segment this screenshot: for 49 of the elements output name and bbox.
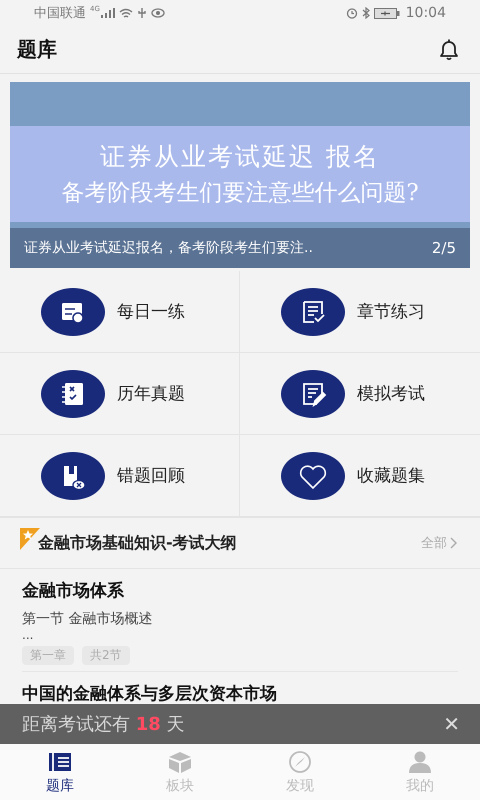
clock-time: 10:04: [406, 5, 446, 21]
edit-icon: [281, 370, 345, 418]
chapter-title: 中国的金融体系与多层次资本市场: [22, 683, 277, 705]
bluetooth-icon: [362, 7, 370, 19]
menu-tile[interactable]: 模拟考试: [240, 353, 480, 435]
signal-icon: [100, 8, 115, 18]
chapter-title: 金融市场体系: [22, 580, 124, 602]
tab-label: 我的: [406, 776, 434, 794]
menu-label: 章节练习: [357, 301, 425, 323]
section-name: 第一节 金融市场概述: [22, 610, 152, 628]
close-button[interactable]: ✕: [439, 712, 464, 736]
battery-icon: [374, 8, 400, 18]
menu-tile[interactable]: 历年真题: [0, 353, 240, 435]
menu-tile[interactable]: 收藏题集: [240, 435, 480, 517]
wifi-icon: [118, 8, 133, 18]
banner-headline: 证券从业考试延迟 报名: [100, 141, 380, 173]
tab-label: 题库: [46, 776, 74, 794]
chapter-item[interactable]: 金融市场体系 第一节 金融市场概述 ... 第一章 共2节: [22, 569, 458, 672]
eye-icon: [150, 8, 165, 18]
tab-label: 板块: [166, 776, 194, 794]
chapter-item[interactable]: 中国的金融体系与多层次资本市场: [22, 672, 458, 707]
tab-label: 发现: [286, 776, 314, 794]
page-title: 题库: [17, 36, 57, 63]
menu-label: 每日一练: [117, 301, 185, 323]
usb-icon: [136, 7, 147, 19]
alarm-icon: [346, 7, 358, 19]
countdown-text: 距离考试还有 18 天: [22, 713, 185, 736]
menu-tile[interactable]: 每日一练: [0, 271, 240, 353]
news-banner[interactable]: 证券从业考试延迟 报名 备考阶段考生们要注意些什么问题? 证券从业考试延迟报名，备考阶段考生们要注.. 2/5: [10, 82, 470, 268]
menu-label: 历年真题: [117, 383, 185, 405]
menu-label: 收藏题集: [357, 465, 425, 487]
carrier-name: 中国联通: [34, 5, 86, 22]
menu-tile[interactable]: 章节练习: [240, 271, 480, 353]
menu-tile[interactable]: 错题回顾: [0, 435, 240, 517]
menu-label: 模拟考试: [357, 383, 425, 405]
notebook-icon: [41, 370, 105, 418]
menu-label: 错题回顾: [117, 465, 185, 487]
chapter-tag: 第一章: [22, 646, 74, 665]
chapter-tag: 共2节: [82, 646, 130, 665]
banner-headline: 备考阶段考生们要注意些什么问题?: [61, 179, 419, 208]
nav-tab[interactable]: 题库: [0, 744, 120, 800]
error-review-icon: [41, 452, 105, 500]
banner-caption: 证券从业考试延迟报名，备考阶段考生们要注..: [24, 239, 313, 257]
section-title: 金融市场基础知识-考试大纲: [38, 532, 237, 554]
slide-counter: 2/5: [432, 239, 456, 257]
checklist-icon: [281, 288, 345, 336]
more-ellipsis: ...: [22, 628, 34, 642]
chevron-right-icon: [450, 537, 458, 549]
calendar-icon: [41, 288, 105, 336]
